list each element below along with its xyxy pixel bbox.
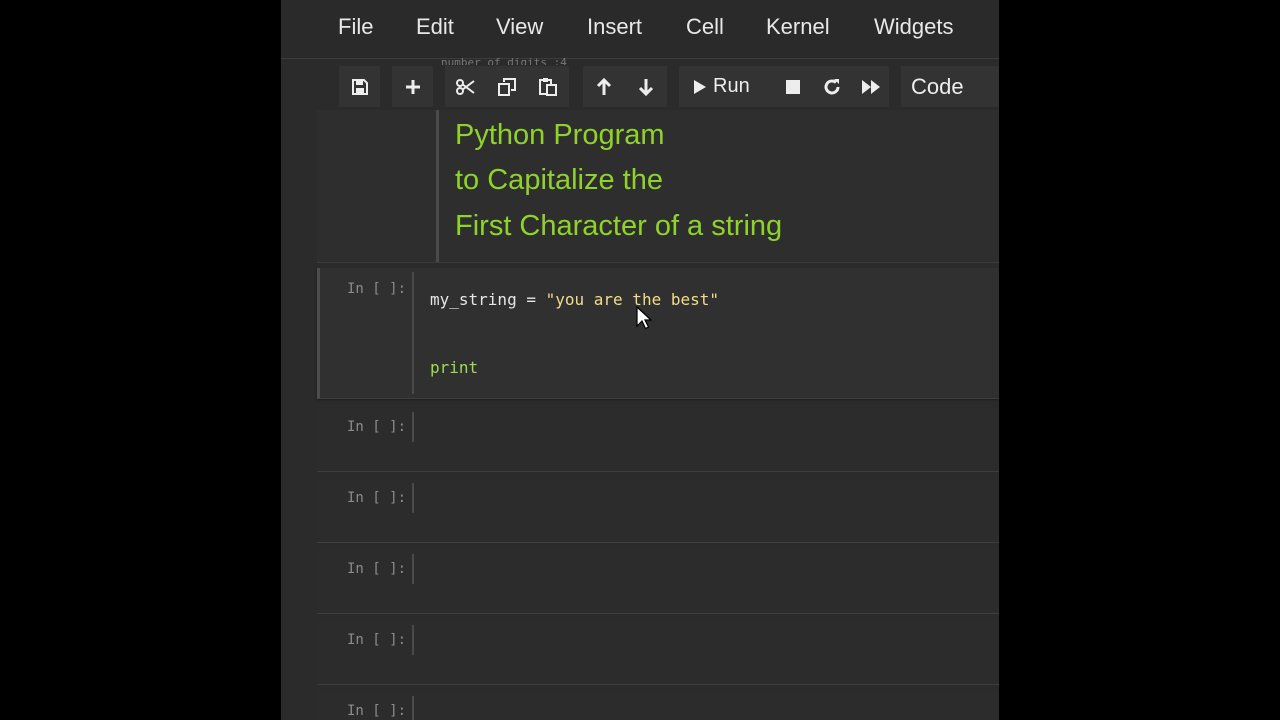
- cell-prompt: In [ ]:: [347, 703, 407, 719]
- arrow-down-icon: [638, 78, 654, 96]
- paste-icon: [539, 77, 557, 96]
- code-cell-empty[interactable]: In [ ]:: [317, 692, 999, 720]
- jupyter-notebook-window: File Edit View Insert Cell Kernel Widget…: [281, 0, 999, 720]
- interrupt-kernel-button[interactable]: [775, 79, 811, 95]
- menu-view[interactable]: View: [496, 13, 543, 41]
- cell-prompt: In [ ]:: [347, 490, 407, 506]
- cell-prompt: In [ ]:: [347, 281, 407, 297]
- cell-input-edge: [412, 272, 414, 394]
- restart-icon: [824, 78, 840, 94]
- fast-forward-icon: [862, 79, 880, 94]
- restart-run-all-button[interactable]: [853, 79, 889, 95]
- cell-input-edge: [412, 412, 414, 442]
- mouse-cursor-icon: [636, 306, 652, 330]
- cell-prompt: In [ ]:: [347, 561, 407, 577]
- code-cell-empty[interactable]: In [ ]:: [317, 621, 999, 685]
- toolbar: Run Code: [281, 62, 999, 110]
- markdown-cell-edge: [436, 110, 439, 262]
- copy-button[interactable]: [487, 77, 528, 96]
- arrow-up-icon: [596, 77, 612, 95]
- code-token-variable: my_string: [430, 290, 517, 309]
- restart-kernel-button[interactable]: [811, 78, 853, 96]
- cut-button[interactable]: [446, 78, 487, 96]
- move-up-button[interactable]: [583, 77, 625, 96]
- menu-bar: File Edit View Insert Cell Kernel Widget…: [281, 0, 999, 59]
- menu-widgets[interactable]: Widgets: [874, 13, 953, 41]
- save-button[interactable]: [339, 66, 380, 107]
- move-button-group: [583, 66, 667, 107]
- plus-icon: [405, 79, 420, 94]
- copy-icon: [498, 77, 516, 96]
- notebook-container: Python Program to Capitalize the First C…: [281, 110, 999, 720]
- scissors-icon: [456, 78, 475, 95]
- cell-type-dropdown[interactable]: Code: [901, 66, 999, 107]
- code-cell-empty[interactable]: In [ ]:: [317, 408, 999, 472]
- cell-input-edge: [412, 554, 414, 584]
- markdown-heading-line-1: Python Program: [455, 119, 665, 151]
- cell-prompt: In [ ]:: [347, 632, 407, 648]
- code-token-string: "you are the best": [545, 290, 719, 309]
- stop-icon: [786, 79, 800, 94]
- code-cell-empty[interactable]: In [ ]:: [317, 479, 999, 543]
- paste-button[interactable]: [528, 77, 569, 96]
- run-button[interactable]: Run: [693, 75, 775, 98]
- cell-input-edge: [412, 696, 414, 720]
- save-icon: [351, 78, 368, 95]
- insert-cell-button[interactable]: [392, 66, 433, 107]
- menu-kernel[interactable]: Kernel: [766, 13, 830, 41]
- menu-cell[interactable]: Cell: [686, 13, 724, 41]
- menu-insert[interactable]: Insert: [587, 13, 642, 41]
- cell-input-edge: [412, 625, 414, 655]
- menu-file[interactable]: File: [338, 13, 373, 41]
- move-down-button[interactable]: [625, 78, 667, 96]
- edit-button-group: [445, 66, 569, 107]
- code-line-1[interactable]: my_string = "you are the best": [430, 290, 719, 309]
- run-label: Run: [713, 75, 750, 97]
- code-line-2[interactable]: print: [430, 358, 478, 377]
- cell-input-edge: [412, 483, 414, 513]
- play-icon: [694, 79, 706, 94]
- code-token-operator: =: [516, 290, 546, 309]
- run-button-group: Run: [679, 66, 889, 107]
- markdown-heading-line-3: First Character of a string: [455, 210, 783, 242]
- menu-edit[interactable]: Edit: [416, 13, 454, 41]
- markdown-heading-line-2: to Capitalize the: [455, 164, 663, 196]
- code-cell-active[interactable]: In [ ]: my_string = "you are the best" p…: [317, 268, 999, 399]
- code-cell-empty[interactable]: In [ ]:: [317, 550, 999, 614]
- markdown-cell[interactable]: Python Program to Capitalize the First C…: [317, 110, 999, 263]
- cell-prompt: In [ ]:: [347, 419, 407, 435]
